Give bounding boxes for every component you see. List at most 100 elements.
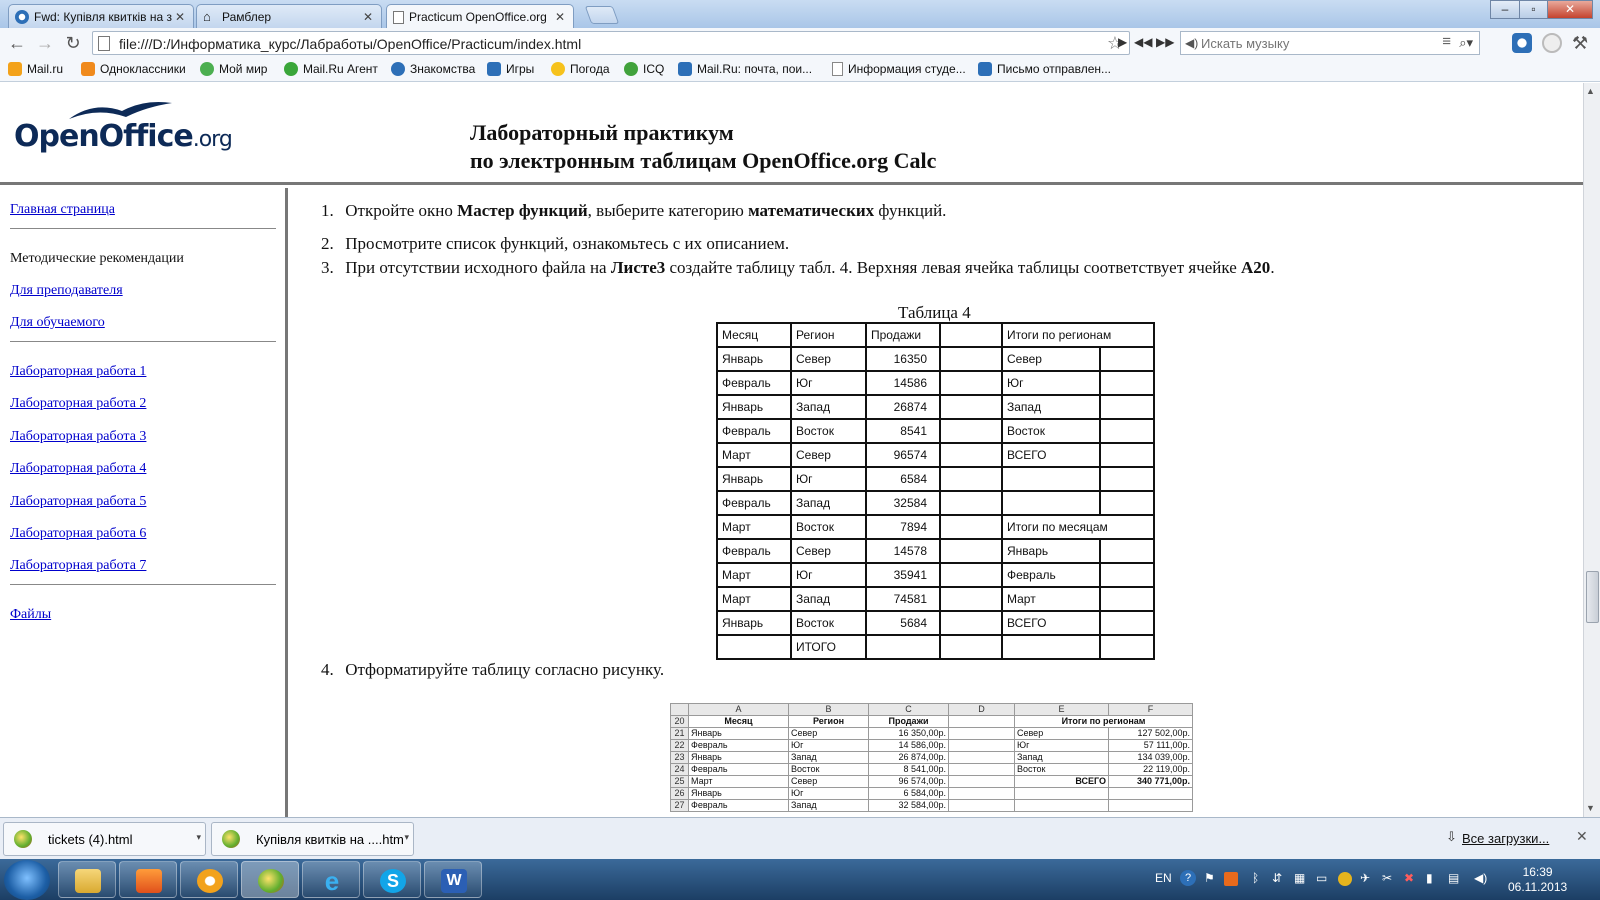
wrench-icon[interactable]: ⚒ xyxy=(1572,33,1592,53)
chrome-taskbar-button[interactable] xyxy=(241,861,299,898)
menu-icon[interactable]: ≡ xyxy=(1442,33,1451,50)
sidebar-link-lab-7[interactable]: Лабораторная работа 7 xyxy=(10,558,146,574)
music-search-input[interactable] xyxy=(1201,35,1441,51)
table-cell xyxy=(1001,466,1101,492)
music-search-box[interactable]: ◀) ≡ ⌕▾ xyxy=(1180,31,1480,55)
bookmark-agent[interactable]: Mail.Ru Агент xyxy=(284,62,378,76)
media-player-taskbar-button[interactable] xyxy=(119,861,177,898)
explorer-taskbar-button[interactable] xyxy=(58,861,116,898)
openoffice-logo: OpenOffice.org xyxy=(14,97,233,167)
word-taskbar-button[interactable]: W xyxy=(424,861,482,898)
table-cell: Март xyxy=(716,514,792,540)
close-icon[interactable]: ✕ xyxy=(173,10,187,24)
sidebar-link-lab-5[interactable]: Лабораторная работа 5 xyxy=(10,494,146,510)
bookmark-info-student[interactable]: Информация студе... xyxy=(832,62,966,76)
sidebar-link-home[interactable]: Главная страница xyxy=(10,202,115,218)
bookmark-mailru[interactable]: Mail.ru xyxy=(8,62,63,76)
tab-fwd-tickets[interactable]: Fwd: Купівля квитків на з ✕ xyxy=(8,4,194,28)
previous-track-icon[interactable]: ◀◀ xyxy=(1134,35,1152,49)
vertical-scrollbar[interactable]: ▲ ▼ xyxy=(1583,83,1600,817)
tray-flag-icon[interactable]: ⚑ xyxy=(1204,871,1215,885)
bookmark-moy-mir[interactable]: Мой мир xyxy=(200,62,267,76)
column-header: B xyxy=(788,703,869,716)
tray-app-icon[interactable] xyxy=(1224,872,1238,886)
window-close-button[interactable]: ✕ xyxy=(1547,0,1593,19)
help-icon[interactable]: ? xyxy=(1180,870,1196,886)
start-button[interactable] xyxy=(4,860,50,900)
sidebar-link-lab-6[interactable]: Лабораторная работа 6 xyxy=(10,526,146,542)
all-downloads-link[interactable]: Все загрузки... xyxy=(1462,831,1549,846)
sidebar-link-files[interactable]: Файлы xyxy=(10,607,51,623)
reload-button[interactable]: ↻ xyxy=(62,32,84,54)
system-clock[interactable]: 16:39 06.11.2013 xyxy=(1508,865,1567,895)
dropdown-arrow-icon[interactable]: ▾ xyxy=(196,832,201,843)
close-icon[interactable]: ✕ xyxy=(361,10,375,24)
browser-titlebar: Fwd: Купівля квитків на з ✕ ⌂ Рамблер ✕ … xyxy=(0,0,1600,29)
next-track-icon[interactable]: ▶▶ xyxy=(1156,35,1174,49)
tab-practicum[interactable]: Practicum OpenOffice.org ✕ xyxy=(386,4,574,29)
sidebar-link-lab-1[interactable]: Лабораторная работа 1 xyxy=(10,364,146,380)
close-icon[interactable]: ✕ xyxy=(1576,828,1588,845)
spreadsheet-cell xyxy=(948,787,1015,800)
sidebar-link-student[interactable]: Для обучаемого xyxy=(10,315,105,331)
sidebar-link-teacher[interactable]: Для преподавателя xyxy=(10,283,123,299)
sidebar-link-lab-2[interactable]: Лабораторная работа 2 xyxy=(10,396,146,412)
extension-icon[interactable] xyxy=(1542,33,1562,53)
header-cell: Итоги по регионам xyxy=(1001,322,1155,348)
tray-alert-icon[interactable]: ✖ xyxy=(1404,871,1414,885)
mail-agent-icon[interactable] xyxy=(1512,33,1532,53)
download-item[interactable]: Купівля квитків на ....htm ▾ xyxy=(211,822,414,856)
scrollbar-thumb[interactable] xyxy=(1586,571,1599,623)
skype-taskbar-button[interactable]: S xyxy=(363,861,421,898)
url-text[interactable]: file:///D:/Информатика_курс/Лабработы/Op… xyxy=(119,36,581,52)
scroll-down-icon[interactable]: ▼ xyxy=(1586,803,1595,813)
download-item[interactable]: tickets (4).html ▾ xyxy=(3,822,206,856)
tray-arrows-icon[interactable]: ⇵ xyxy=(1272,871,1282,885)
step-number: 2. xyxy=(321,234,334,253)
tray-norton-icon[interactable] xyxy=(1338,872,1352,886)
sidebar-link-lab-3[interactable]: Лабораторная работа 3 xyxy=(10,429,146,445)
home-icon: ⌂ xyxy=(203,8,211,24)
bookmark-label: Одноклассники xyxy=(100,62,186,76)
forward-button[interactable]: → xyxy=(34,32,56,54)
new-tab-button[interactable] xyxy=(584,6,620,24)
play-icon[interactable]: ▶ xyxy=(1118,35,1127,49)
bookmark-mailru-pochta[interactable]: Mail.Ru: почта, пои... xyxy=(678,62,812,76)
battery-icon[interactable]: ▮ xyxy=(1426,871,1433,885)
scroll-up-icon[interactable]: ▲ xyxy=(1586,86,1595,96)
maximize-button[interactable]: ▫ xyxy=(1519,0,1548,19)
tab-rambler[interactable]: ⌂ Рамблер ✕ xyxy=(196,4,382,28)
table-cell xyxy=(939,562,1003,588)
dropdown-arrow-icon[interactable]: ▾ xyxy=(404,832,409,843)
table-cell xyxy=(1001,490,1101,516)
tray-network-icon[interactable]: ▦ xyxy=(1294,871,1305,885)
table-cell: Январь xyxy=(716,346,792,372)
table-cell: Юг xyxy=(790,562,867,588)
moy-mir-icon xyxy=(200,62,214,76)
bookmark-odnoklassniki[interactable]: Одноклассники xyxy=(81,62,186,76)
mail-agent-taskbar-button[interactable] xyxy=(180,861,238,898)
internet-explorer-taskbar-button[interactable]: e xyxy=(302,861,360,898)
table-row: Март Восток 7894 Итоги по месяцам xyxy=(716,514,1155,540)
bookmark-letter-sent[interactable]: Письмо отправлен... xyxy=(978,62,1111,76)
volume-icon[interactable]: ◀) xyxy=(1474,871,1487,885)
language-indicator[interactable]: EN xyxy=(1155,871,1172,885)
tray-signal-icon[interactable]: ✈ xyxy=(1360,871,1370,885)
close-icon[interactable]: ✕ xyxy=(553,10,567,24)
search-icon[interactable]: ⌕▾ xyxy=(1459,35,1473,51)
back-button[interactable]: ← xyxy=(6,32,28,54)
table-cell: Восток xyxy=(790,418,867,444)
divider xyxy=(10,584,276,585)
bookmark-igry[interactable]: Игры xyxy=(487,62,534,76)
address-bar[interactable]: file:///D:/Информатика_курс/Лабработы/Op… xyxy=(92,31,1130,55)
bookmark-pogoda[interactable]: Погода xyxy=(551,62,610,76)
network-icon[interactable]: ▤ xyxy=(1448,871,1459,885)
minimize-button[interactable]: – xyxy=(1490,0,1520,19)
sidebar-link-lab-4[interactable]: Лабораторная работа 4 xyxy=(10,461,146,477)
tray-tools-icon[interactable]: ✂ xyxy=(1382,871,1392,885)
bluetooth-icon[interactable]: ᛒ xyxy=(1252,871,1259,885)
title-line-2: по электронным таблицам OpenOffice.org C… xyxy=(470,148,937,173)
tray-monitor-icon[interactable]: ▭ xyxy=(1316,871,1327,885)
bookmark-znakomstva[interactable]: Знакомства xyxy=(391,62,475,76)
bookmark-icq[interactable]: ICQ xyxy=(624,62,664,76)
